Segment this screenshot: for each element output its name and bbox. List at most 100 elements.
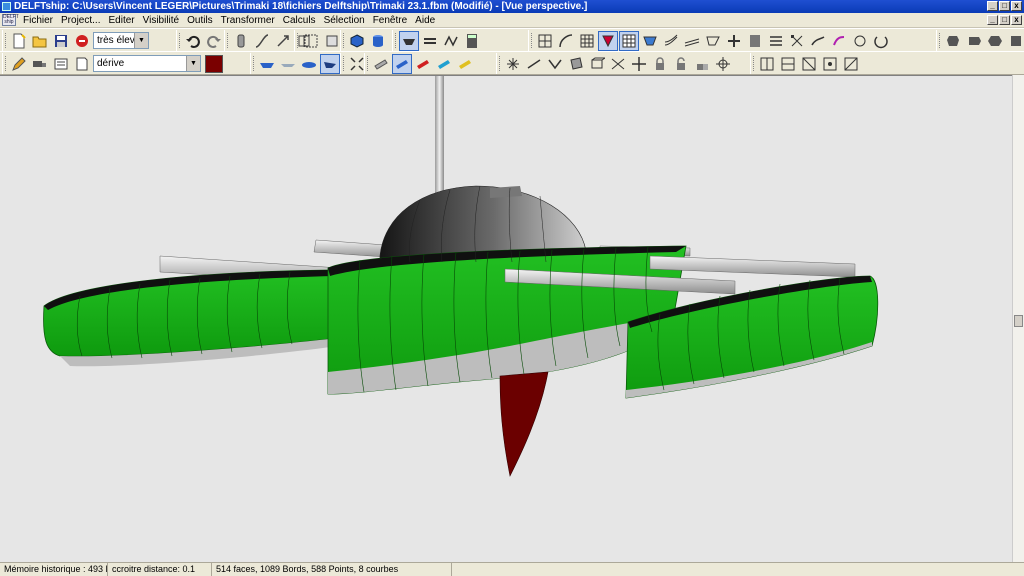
scrollbar-thumb[interactable] <box>1014 315 1023 327</box>
hull-shape-button[interactable] <box>399 30 419 51</box>
view-plan-button[interactable] <box>985 31 1005 51</box>
lines-plan-button[interactable] <box>766 31 786 51</box>
daggerboard-keel[interactable] <box>499 371 549 477</box>
extrude-button[interactable] <box>587 54 607 74</box>
control-point-button[interactable] <box>231 31 251 51</box>
menu-project[interactable]: Project... <box>57 13 104 28</box>
vertical-scrollbar[interactable] <box>1012 75 1024 562</box>
stop-button[interactable] <box>72 31 92 51</box>
redo-button[interactable] <box>204 31 224 51</box>
collapse-button[interactable] <box>545 54 565 74</box>
precision-select[interactable]: très élevé ▼ <box>93 32 149 49</box>
layer-color-button[interactable] <box>347 31 367 51</box>
menu-edit[interactable]: Editer <box>104 13 138 28</box>
lock-all-button[interactable] <box>692 54 712 74</box>
open-file-button[interactable] <box>30 31 50 51</box>
lock-button[interactable] <box>650 54 670 74</box>
edge-extrude-button[interactable] <box>799 54 819 74</box>
edge-crease-button[interactable] <box>778 54 798 74</box>
document-icon[interactable]: DELFT ship <box>2 14 19 26</box>
wireframe-button[interactable] <box>278 54 298 74</box>
layer-props-button[interactable] <box>368 31 388 51</box>
perspective-viewport[interactable] <box>0 75 1012 562</box>
doc-close-button[interactable]: x <box>1011 15 1022 25</box>
layer-list-button[interactable] <box>51 54 71 74</box>
edit-layer-button[interactable] <box>9 54 29 74</box>
curve-button[interactable] <box>252 31 272 51</box>
chevron-down-icon[interactable]: ▼ <box>186 56 200 71</box>
gradient-shade-icon <box>324 61 336 68</box>
new-face-button[interactable] <box>566 54 586 74</box>
edge-split-button[interactable] <box>757 54 777 74</box>
active-layer-select[interactable]: dérive ▼ <box>93 55 201 72</box>
chevron-down-icon[interactable]: ▼ <box>134 33 148 48</box>
view-perspective-button[interactable] <box>1006 31 1024 51</box>
shade-blue-button[interactable] <box>392 53 412 74</box>
unlock-button[interactable] <box>671 54 691 74</box>
grid-button[interactable] <box>535 31 555 51</box>
boat-model-render[interactable] <box>0 76 1012 562</box>
interior-grid-button[interactable] <box>619 30 639 51</box>
deselect-button[interactable] <box>322 31 342 51</box>
menu-visibility[interactable]: Visibilité <box>139 13 184 28</box>
flowlines-button[interactable] <box>808 31 828 51</box>
stations-icon <box>664 34 678 45</box>
menu-help[interactable]: Aide <box>411 13 439 28</box>
gradient-shade-button[interactable] <box>320 53 340 74</box>
menu-tools[interactable]: Outils <box>183 13 217 28</box>
curvature-button[interactable] <box>556 31 576 51</box>
waterlines-button[interactable] <box>703 31 723 51</box>
insert-plane-button[interactable] <box>608 54 628 74</box>
cabin-hatch[interactable] <box>490 186 522 198</box>
shade-yellow-button[interactable] <box>455 54 475 74</box>
shade-button[interactable] <box>257 54 277 74</box>
stations-button[interactable] <box>661 31 681 51</box>
menu-transform[interactable]: Transformer <box>217 13 279 28</box>
add-point-button[interactable] <box>503 54 523 74</box>
fine-grid-button[interactable] <box>577 31 597 51</box>
save-button[interactable] <box>51 31 71 51</box>
view-profile-button[interactable] <box>964 31 984 51</box>
menu-selection[interactable]: Sélection <box>320 13 369 28</box>
connect-button[interactable] <box>524 54 544 74</box>
view-body-button[interactable] <box>943 31 963 51</box>
curvature-plot-button[interactable] <box>850 31 870 51</box>
doc-minimize-button[interactable]: _ <box>987 15 998 25</box>
hull-blue-icon <box>396 59 408 69</box>
shaded-hull-button[interactable] <box>640 31 660 51</box>
zebra-button[interactable] <box>829 31 849 51</box>
transform-button[interactable] <box>273 31 293 51</box>
menu-calculations[interactable]: Calculs <box>279 13 320 28</box>
buttocks-button[interactable] <box>682 31 702 51</box>
point-props-button[interactable] <box>713 54 733 74</box>
layer-list-icon <box>54 58 68 69</box>
move-button[interactable] <box>629 54 649 74</box>
mesh-button[interactable] <box>441 31 461 51</box>
layer-hull-button[interactable] <box>30 54 50 74</box>
calculator-button[interactable] <box>462 31 482 51</box>
layer-props-button2[interactable] <box>72 54 92 74</box>
shade-cyan-button[interactable] <box>434 54 454 74</box>
section-view-button[interactable] <box>598 30 618 51</box>
diagonals-button[interactable] <box>724 31 744 51</box>
shade-grey-button[interactable] <box>371 54 391 74</box>
deck-button[interactable] <box>420 31 440 51</box>
select-all-button[interactable] <box>301 31 321 51</box>
shade-red-button[interactable] <box>413 54 433 74</box>
close-button[interactable]: x <box>1011 1 1022 11</box>
menu-file[interactable]: Fichier <box>19 13 57 28</box>
control-net-button[interactable] <box>787 31 807 51</box>
layer-color-swatch[interactable] <box>205 54 223 73</box>
minimize-button[interactable]: _ <box>987 1 998 11</box>
flat-shade-button[interactable] <box>299 54 319 74</box>
undo-button[interactable] <box>183 31 203 51</box>
doc-restore-button[interactable]: □ <box>999 15 1010 25</box>
new-file-button[interactable] <box>9 31 29 51</box>
calculations-button[interactable] <box>745 31 765 51</box>
edge-collapse-button[interactable] <box>820 54 840 74</box>
edge-connect-button[interactable] <box>841 54 861 74</box>
cube-top-icon <box>988 35 1002 46</box>
rotate-button[interactable] <box>871 31 891 51</box>
maximize-button[interactable]: □ <box>999 1 1010 11</box>
menu-window[interactable]: Fenêtre <box>369 13 411 28</box>
